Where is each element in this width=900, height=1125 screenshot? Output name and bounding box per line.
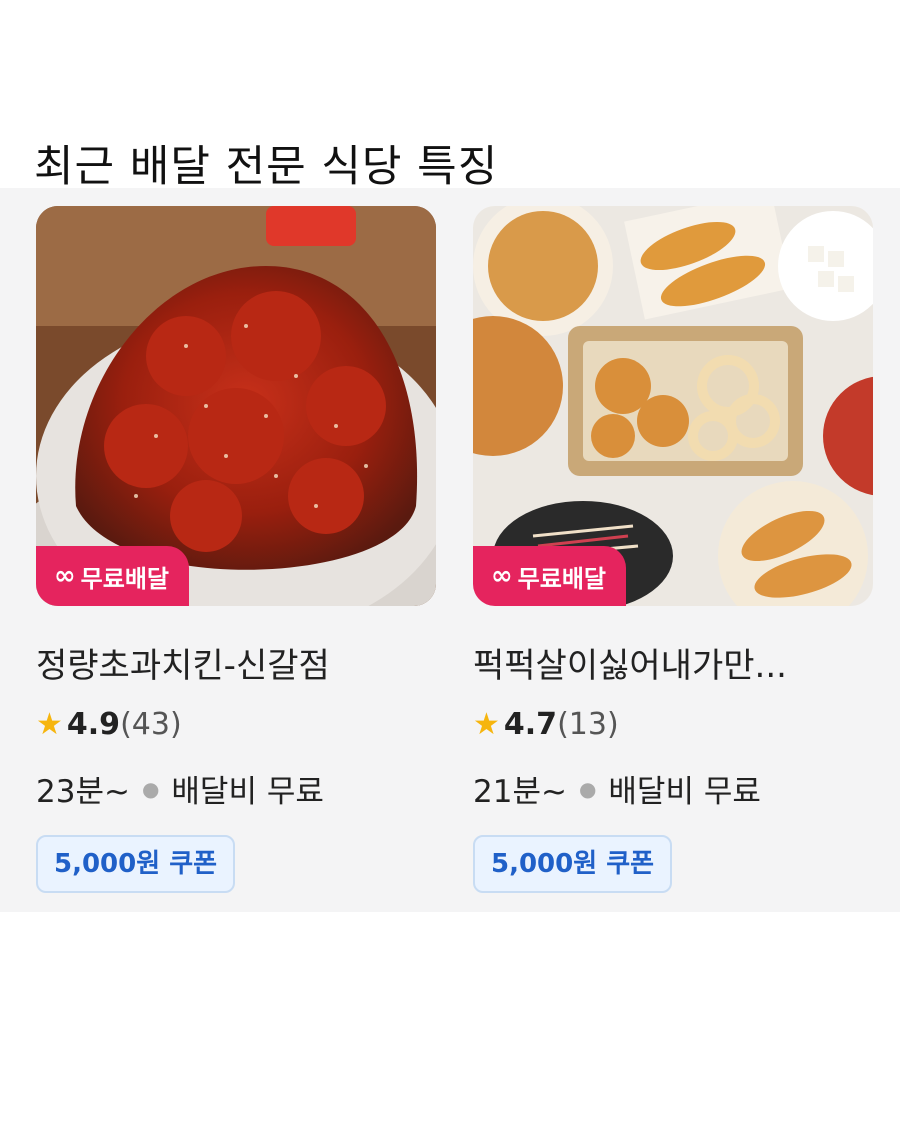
- review-count: (43): [120, 707, 182, 742]
- review-count: (13): [557, 707, 619, 742]
- infinity-icon: ∞: [54, 561, 76, 591]
- separator-dot-icon: ●: [141, 776, 160, 801]
- store-thumbnail[interactable]: ∞ 무료배달: [36, 206, 436, 606]
- coupon-badge[interactable]: 5,000원 쿠폰: [473, 835, 673, 893]
- store-card[interactable]: ∞ 무료배달 퍽퍽살이싫어내가만... ★ 4.7 (13) 21분~ ● 배달…: [473, 206, 873, 893]
- infinity-icon: ∞: [491, 561, 513, 591]
- delivery-time: 21분~: [473, 774, 567, 810]
- store-thumbnail[interactable]: ∞ 무료배달: [473, 206, 873, 606]
- rating-row: ★ 4.7 (13): [473, 707, 873, 742]
- delivery-info: 21분~ ● 배달비 무료: [473, 766, 873, 811]
- rating-row: ★ 4.9 (43): [36, 707, 436, 742]
- rating-value: 4.9: [66, 707, 121, 742]
- separator-dot-icon: ●: [578, 776, 597, 801]
- delivery-fee: 배달비 무료: [171, 774, 324, 810]
- store-card[interactable]: ∞ 무료배달 정량초과치킨-신갈점 ★ 4.9 (43) 23분~ ● 배달비 …: [36, 206, 436, 893]
- star-icon: ★: [36, 707, 63, 742]
- delivery-time: 23분~: [36, 774, 130, 810]
- coupon-badge[interactable]: 5,000원 쿠폰: [36, 835, 236, 893]
- free-delivery-badge: ∞ 무료배달: [36, 546, 189, 606]
- free-delivery-badge: ∞ 무료배달: [473, 546, 626, 606]
- badge-label: 무료배달: [80, 564, 169, 593]
- delivery-fee: 배달비 무료: [608, 774, 761, 810]
- delivery-info: 23분~ ● 배달비 무료: [36, 766, 436, 811]
- page-title: 최근 배달 전문 식당 특징: [34, 142, 499, 192]
- badge-label: 무료배달: [517, 564, 606, 593]
- rating-value: 4.7: [503, 707, 558, 742]
- store-name[interactable]: 정량초과치킨-신갈점: [36, 638, 436, 687]
- star-icon: ★: [473, 707, 500, 742]
- store-name[interactable]: 퍽퍽살이싫어내가만...: [473, 638, 873, 687]
